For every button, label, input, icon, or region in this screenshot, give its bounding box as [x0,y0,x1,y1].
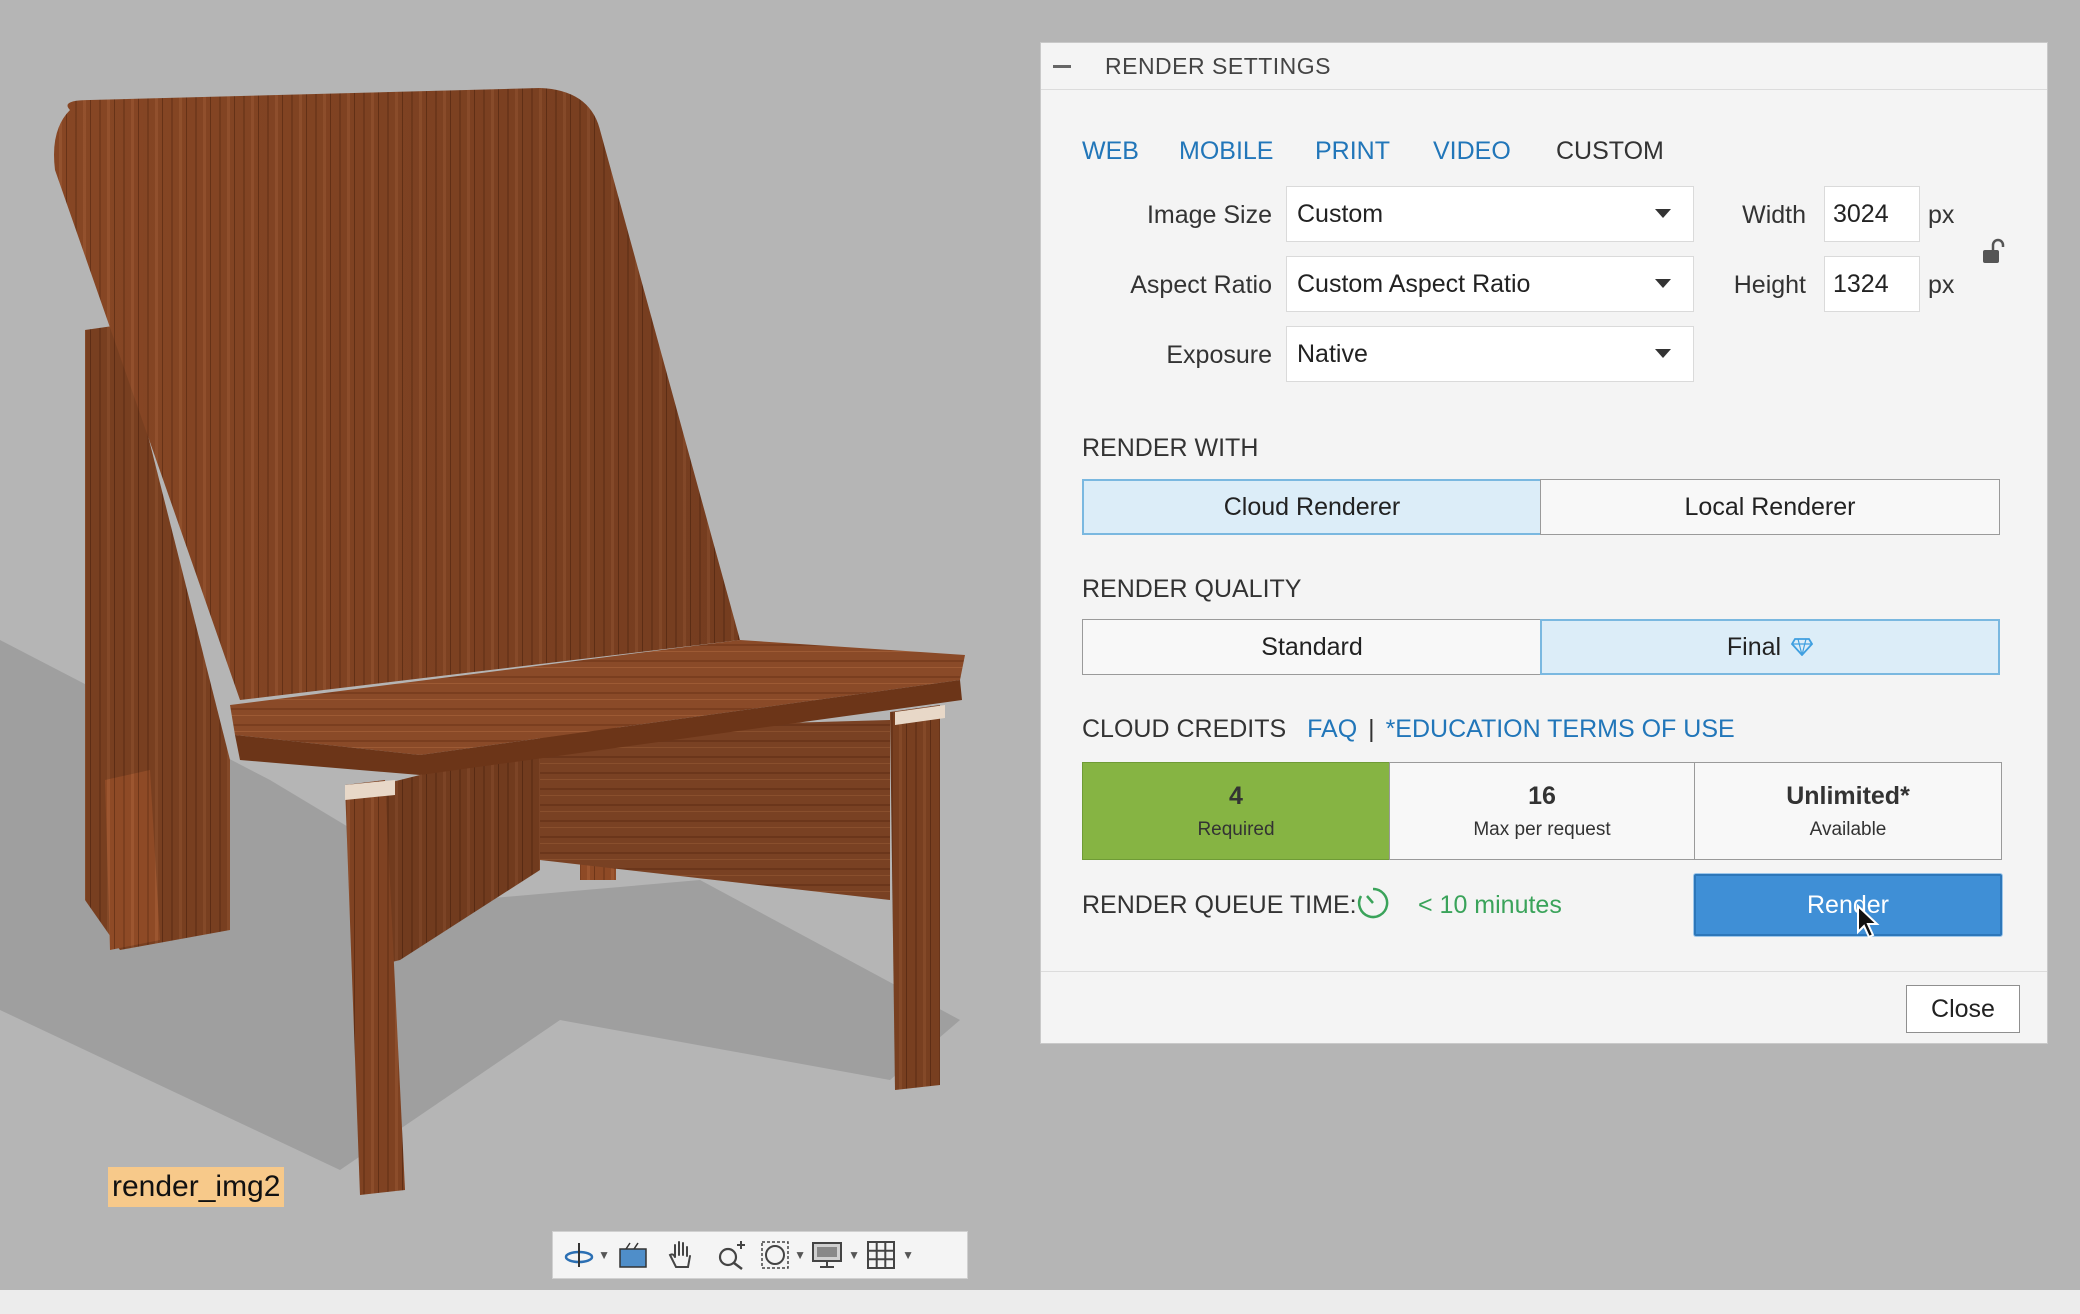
image-size-dropdown[interactable]: Custom [1286,186,1694,242]
exposure-dropdown[interactable]: Native [1286,326,1694,382]
image-size-value: Custom [1297,199,1384,228]
mouse-cursor-icon [1856,903,1882,945]
tab-custom[interactable]: CUSTOM [1556,137,1664,166]
queue-time-value: < 10 minutes [1418,891,1562,919]
render-image-label: render_img2 [108,1167,285,1207]
height-label: Height [1733,271,1806,299]
width-unit: px [1928,201,1955,229]
status-bar [0,1290,2080,1314]
faq-link[interactable]: FAQ [1307,715,1357,743]
render-with-label: RENDER WITH [1082,434,1259,462]
cloud-renderer-option[interactable]: Cloud Renderer [1082,479,1542,535]
credits-max-value: 16 [1528,781,1556,810]
credits-required-caption: Required [1197,818,1275,840]
height-input[interactable] [1824,256,1920,312]
look-at-icon[interactable] [611,1235,655,1275]
credits-max-caption: Max per request [1473,818,1611,840]
height-unit: px [1928,271,1955,299]
close-button[interactable]: Close [1906,985,2020,1033]
footer-divider [1041,971,2047,972]
zoom-icon[interactable] [707,1235,755,1275]
display-settings-icon[interactable] [807,1235,847,1275]
credits-required-value: 4 [1229,781,1243,810]
credits-required-box: 4 Required [1082,762,1390,860]
credits-max-box: 16 Max per request [1389,762,1695,860]
tab-print[interactable]: PRINT [1315,137,1390,166]
panel-header: RENDER SETTINGS [1041,43,2047,90]
standard-quality-option[interactable]: Standard [1082,619,1542,675]
tab-web[interactable]: WEB [1082,137,1139,166]
grid-icon[interactable] [861,1235,901,1275]
aspect-ratio-dropdown[interactable]: Custom Aspect Ratio [1286,256,1694,312]
link-separator: | [1368,715,1375,743]
width-input[interactable] [1824,186,1920,242]
final-quality-label: Final [1726,632,1782,661]
fit-dropdown-icon[interactable]: ▼ [794,1235,806,1275]
navigation-toolbar: ▼ ▼ ▼ ▼ [552,1231,968,1279]
width-label: Width [1742,201,1806,229]
chevron-down-icon [1655,349,1671,358]
image-size-label: Image Size [1146,201,1272,229]
render-quality-label: RENDER QUALITY [1082,575,1302,603]
orbit-icon[interactable] [561,1235,597,1275]
display-dropdown-icon[interactable]: ▼ [848,1235,860,1275]
collapse-icon[interactable] [1053,64,1071,68]
fit-window-icon[interactable] [757,1235,793,1275]
local-renderer-option[interactable]: Local Renderer [1540,479,2000,535]
timer-icon [1356,886,1390,925]
tab-video[interactable]: VIDEO [1433,137,1511,166]
credits-available-value: Unlimited* [1786,781,1910,810]
education-terms-link[interactable]: *EDUCATION TERMS OF USE [1386,715,1735,743]
credits-available-box: Unlimited* Available [1694,762,2002,860]
final-quality-option[interactable]: Final [1540,619,2000,675]
chevron-down-icon [1655,279,1671,288]
unlock-icon[interactable] [1980,238,2006,271]
diamond-icon [1791,638,1814,656]
pan-hand-icon[interactable] [657,1235,705,1275]
tab-mobile[interactable]: MOBILE [1179,137,1273,166]
exposure-value: Native [1297,339,1368,368]
cloud-credits-label: CLOUD CREDITS [1082,715,1287,743]
queue-time-label: RENDER QUEUE TIME: [1082,891,1357,919]
orbit-dropdown-icon[interactable]: ▼ [598,1235,610,1275]
panel-title: RENDER SETTINGS [1105,52,1332,79]
chevron-down-icon [1655,209,1671,218]
grid-dropdown-icon[interactable]: ▼ [902,1235,914,1275]
credits-available-caption: Available [1809,818,1887,840]
render-button[interactable]: Render [1694,874,2002,936]
aspect-ratio-label: Aspect Ratio [1130,271,1272,299]
aspect-ratio-value: Custom Aspect Ratio [1297,269,1531,298]
exposure-label: Exposure [1166,341,1272,369]
cloud-credits-row: CLOUD CREDITS FAQ | *EDUCATION TERMS OF … [1082,715,1735,744]
